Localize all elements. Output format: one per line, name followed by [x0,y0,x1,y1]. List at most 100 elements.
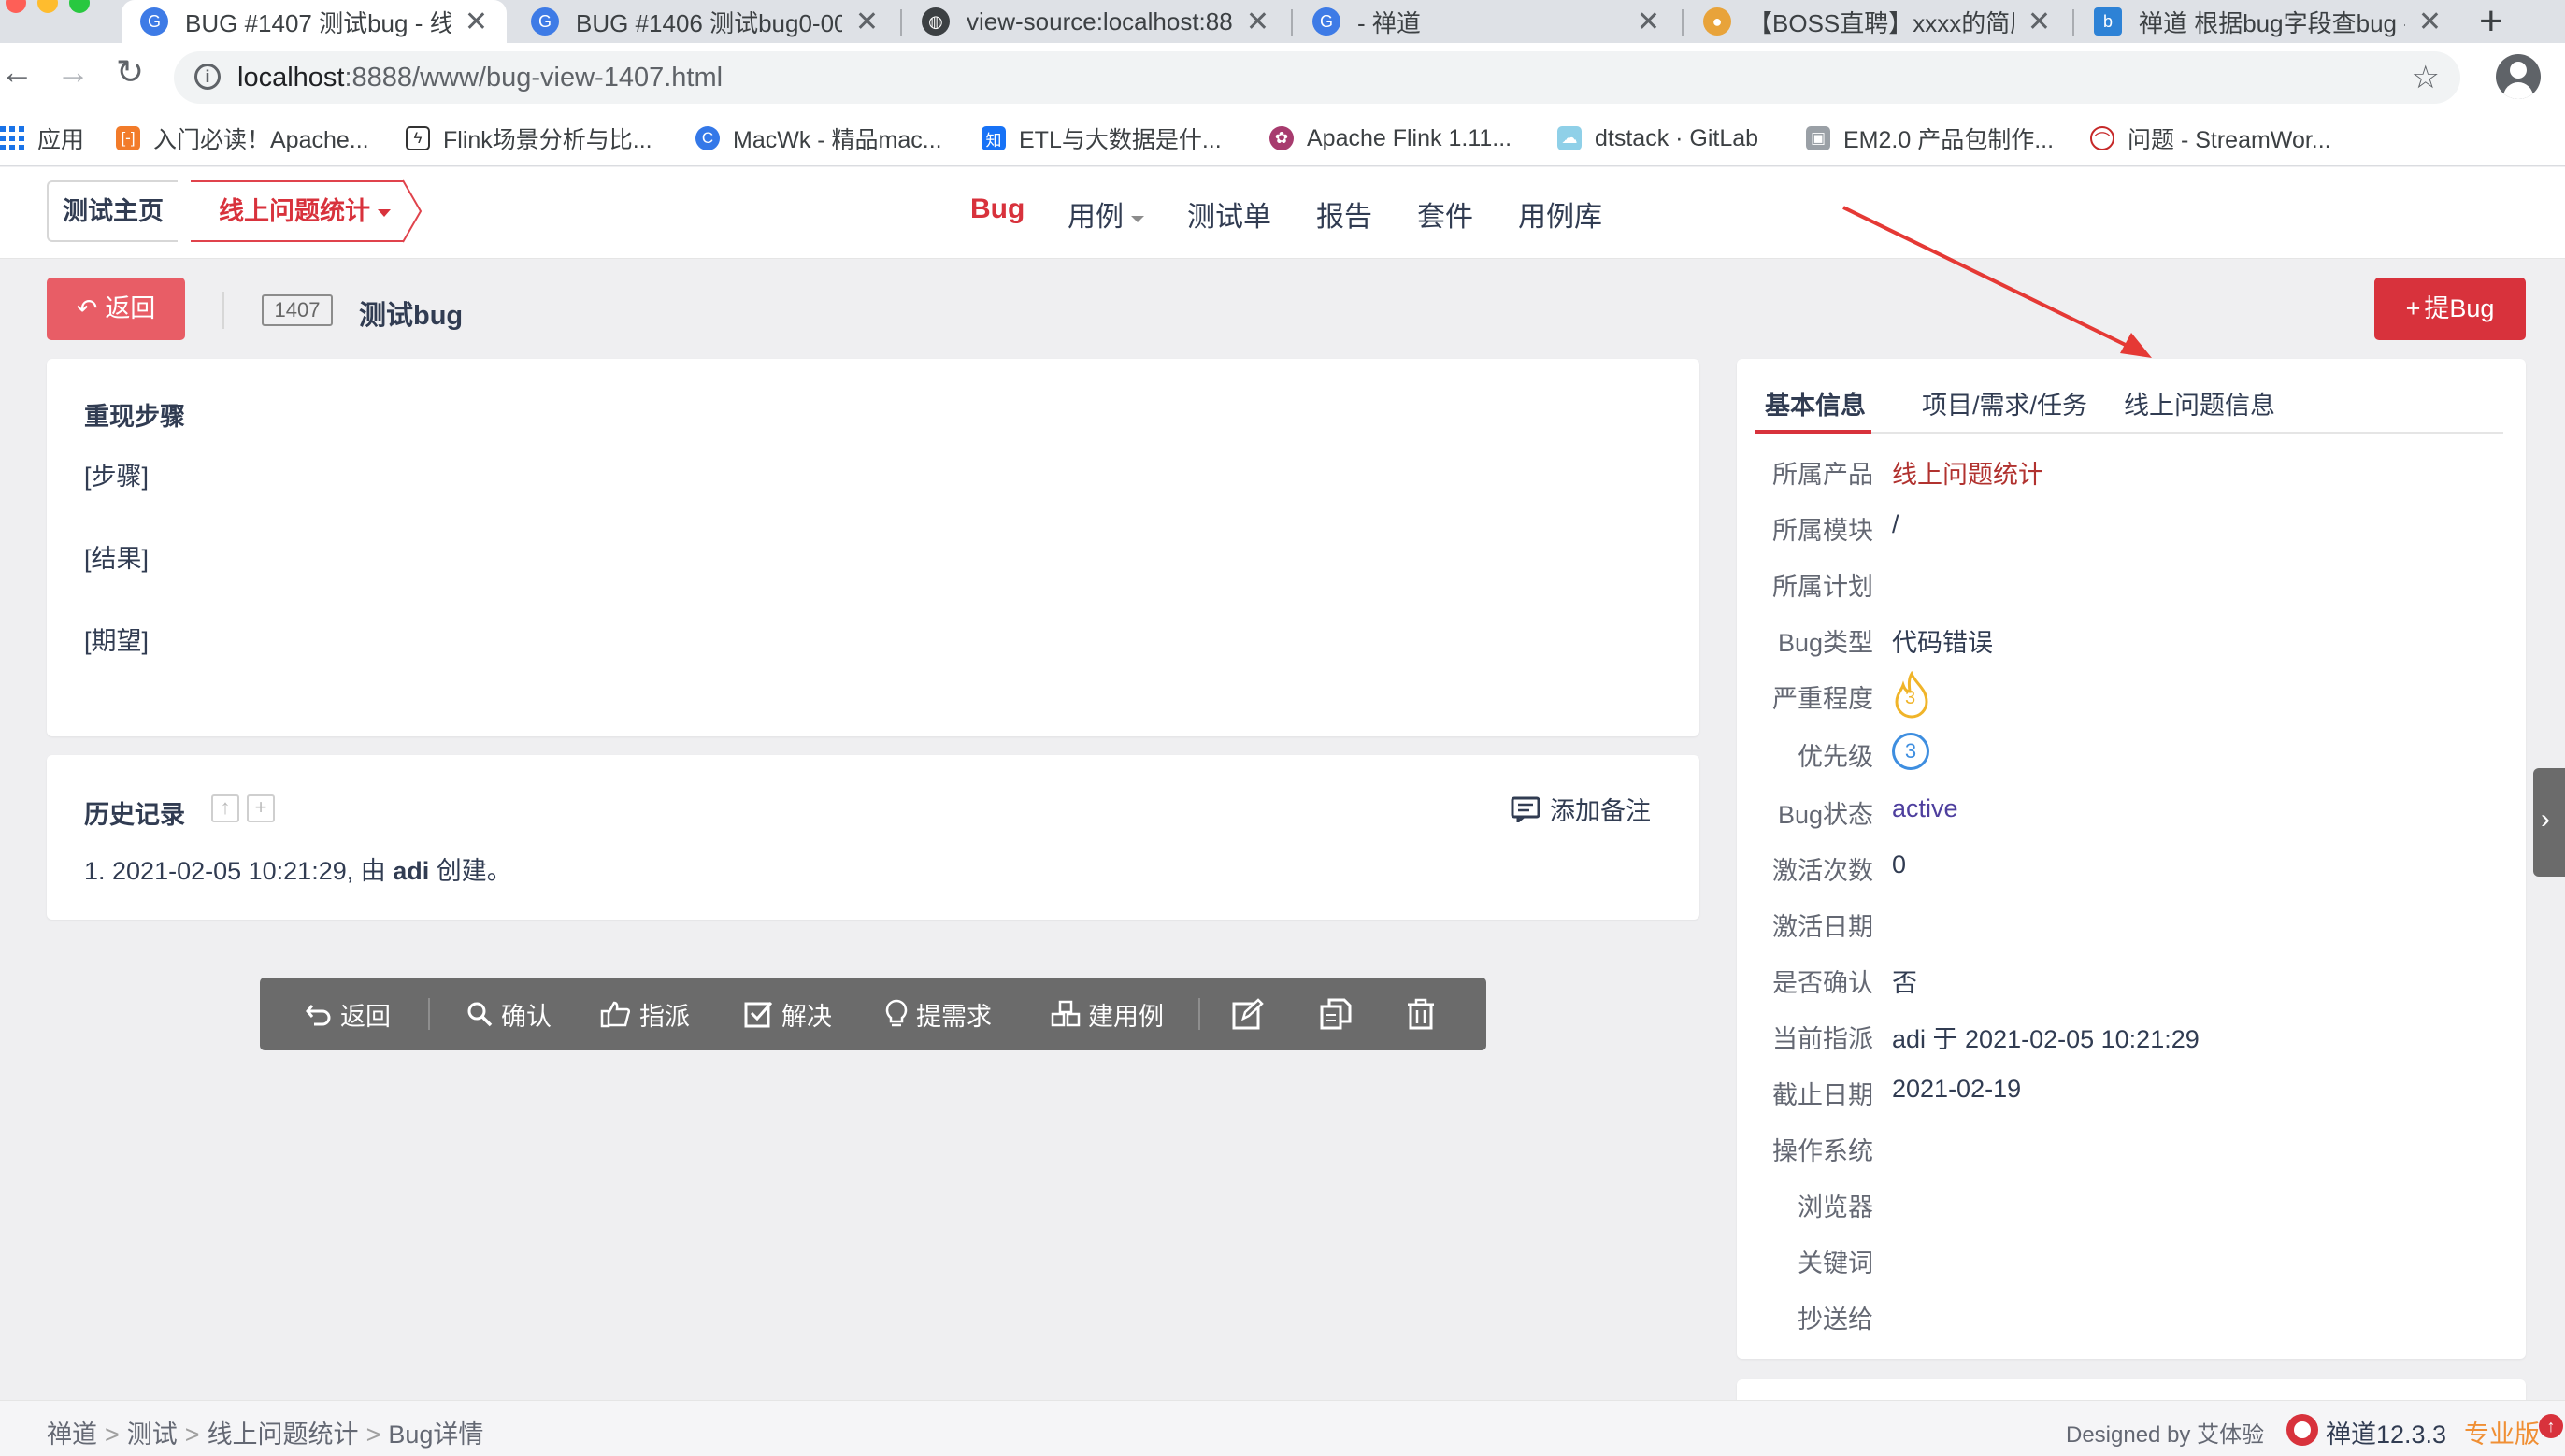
close-window-icon[interactable] [6,0,26,13]
field-label: 所属产品 [1772,461,1873,489]
checkbox-icon [744,1002,773,1028]
bookmark-label: Apache Flink 1.11... [1307,124,1512,151]
boss-icon: ● [1703,7,1731,36]
product-switcher-label: 线上问题统计 [219,197,370,225]
divider [222,292,224,329]
bookmark-star-icon[interactable]: ☆ [2412,59,2440,96]
reload-icon[interactable]: ↻ [116,52,144,92]
action-back-button[interactable]: 返回 [305,978,391,1050]
side-toggle-tab[interactable]: › [2533,768,2565,877]
designed-by-text[interactable]: Designed by 艾体验 [2066,1416,2264,1449]
tab-project-story-task[interactable]: 项目/需求/任务 [1922,385,2087,421]
tab-title: BUG #1407 测试bug - 线上 [185,8,451,37]
browser-tab[interactable]: ◍ view-source:localhost:88 ✕ [903,0,1288,43]
field-value: 否 [1892,969,1917,997]
close-tab-icon[interactable]: ✕ [1246,6,1269,38]
footer-crumb-link[interactable]: 禅道 [47,1420,97,1449]
action-confirm-button[interactable]: 确认 [466,978,552,1050]
edit-button[interactable] [1232,978,1271,1050]
tab-basic-info[interactable]: 基本信息 [1765,385,1866,421]
new-tab-icon[interactable]: + [2479,0,2503,45]
action-resolve-button[interactable]: 解决 [744,978,832,1050]
nav-caselib[interactable]: 用例库 [1518,193,1602,235]
close-tab-icon[interactable]: ✕ [1637,6,1660,38]
bookmark-item[interactable]: C MacWk - 精品mac... [695,121,942,155]
field-os: 操作系统 [1737,1131,2485,1168]
maximize-window-icon[interactable] [69,0,90,13]
zhihu-icon: 知 [982,126,1006,150]
bookmark-item[interactable]: 知 ETL与大数据是什... [982,121,1222,155]
bookmark-item[interactable]: ⌒ 问题 - StreamWor... [2090,121,2331,155]
field-severity: 严重程度 3 [1737,671,2485,719]
nav-testtask[interactable]: 测试单 [1187,193,1271,235]
url-text[interactable]: localhost:8888/www/bug-view-1407.html [237,63,723,93]
test-home-link[interactable]: 测试主页 [47,180,178,242]
bookmark-icon: ✿ [1269,126,1294,150]
bookmark-apps[interactable]: 应用 [0,121,84,155]
browser-tab[interactable]: G - 禅道 ✕ [1294,0,1679,43]
add-note-button[interactable]: 添加备注 [1511,791,1651,827]
footer-crumb-link[interactable]: 测试 [127,1420,178,1449]
nav-report[interactable]: 报告 [1316,193,1372,235]
close-tab-icon[interactable]: ✕ [2418,6,2442,38]
close-tab-icon[interactable]: ✕ [2028,6,2051,38]
footer-crumb-link[interactable]: 线上问题统计 [208,1420,359,1449]
divider [428,998,430,1030]
close-tab-icon[interactable]: ✕ [855,6,879,38]
new-bug-button[interactable]: + 提Bug [2374,278,2526,340]
browser-tab[interactable]: b 禅道 根据bug字段查bug - ✕ [2075,0,2460,43]
plus-icon: + [2405,294,2421,322]
bookmark-item[interactable]: ☁ dtstack · GitLab [1557,121,1758,155]
step-line: [结果] [84,545,150,573]
action-assign-button[interactable]: 指派 [600,978,690,1050]
field-label: Bug类型 [1777,629,1873,657]
edition-text[interactable]: 专业版 [2464,1414,2540,1450]
history-entry-suffix: 创建。 [429,857,512,885]
new-bug-button-label: 提Bug [2424,294,2495,322]
sort-arrow-icon[interactable]: ↑ [211,794,239,822]
bookmark-item[interactable]: ϟ Flink场景分析与比... [406,121,652,155]
expand-all-icon[interactable]: + [247,794,275,822]
minimize-window-icon[interactable] [37,0,58,13]
action-label: 提需求 [916,1002,992,1031]
product-link[interactable]: 线上问题统计 [1892,454,2043,491]
browser-tab[interactable]: G BUG #1407 测试bug - 线上 ✕ [122,0,507,43]
bookmark-label: 入门必读！Apache... [153,127,369,153]
sitemap-icon [1051,1000,1081,1027]
bookmark-item[interactable]: ▣ EM2.0 产品包制作... [1806,121,2054,155]
copy-button[interactable] [1320,978,1359,1050]
delete-button[interactable] [1406,978,1443,1050]
back-button[interactable]: ↶ 返回 [47,278,185,340]
field-value: adi 于 2021-02-05 10:21:29 [1892,1025,2200,1053]
version-text[interactable]: 禅道12.3.3 [2326,1414,2446,1450]
priority-value: 3 [1892,733,1929,770]
action-label: 指派 [639,1002,690,1031]
trash-icon [1408,998,1434,1030]
field-deadline: 截止日期 2021-02-19 [1737,1075,2485,1112]
action-label: 解决 [781,1002,832,1031]
action-to-story-button[interactable]: 提需求 [884,978,992,1050]
back-arrow-icon[interactable]: ← [0,52,34,92]
product-switcher[interactable]: 线上问题统计 [191,180,404,242]
search-icon [467,1002,493,1027]
tab-online-issue-info[interactable]: 线上问题信息 [2124,385,2275,421]
upgrade-arrow-icon[interactable]: ↑ [2539,1414,2563,1438]
action-create-case-button[interactable]: 建用例 [1051,978,1164,1050]
bookmark-item[interactable]: ✿ Apache Flink 1.11... [1269,121,1512,155]
active-tab-indicator [1755,430,1871,434]
site-info-icon[interactable]: i [194,64,221,90]
tab-divider [1682,9,1684,36]
field-assigned-to: 当前指派 adi 于 2021-02-05 10:21:29 [1737,1019,2485,1056]
bookmark-item[interactable]: [-] 入门必读！Apache... [116,121,369,155]
browser-tab[interactable]: ● 【BOSS直聘】xxxx的简历 ✕ [1684,0,2070,43]
nav-suite[interactable]: 套件 [1417,193,1473,235]
profile-avatar[interactable] [2496,54,2541,99]
forward-arrow-icon[interactable]: → [56,52,90,92]
address-bar[interactable]: i localhost:8888/www/bug-view-1407.html … [174,51,2460,104]
bookmarks-bar: 应用 [-] 入门必读！Apache... ϟ Flink场景分析与比... C… [0,110,2565,166]
tab-divider [1291,9,1293,36]
close-tab-icon[interactable]: ✕ [465,6,488,38]
nav-testcase[interactable]: 用例 [1068,193,1144,235]
nav-bug[interactable]: Bug [970,193,1025,225]
browser-tab[interactable]: G BUG #1406 测试bug0-00 ✕ [512,0,897,43]
